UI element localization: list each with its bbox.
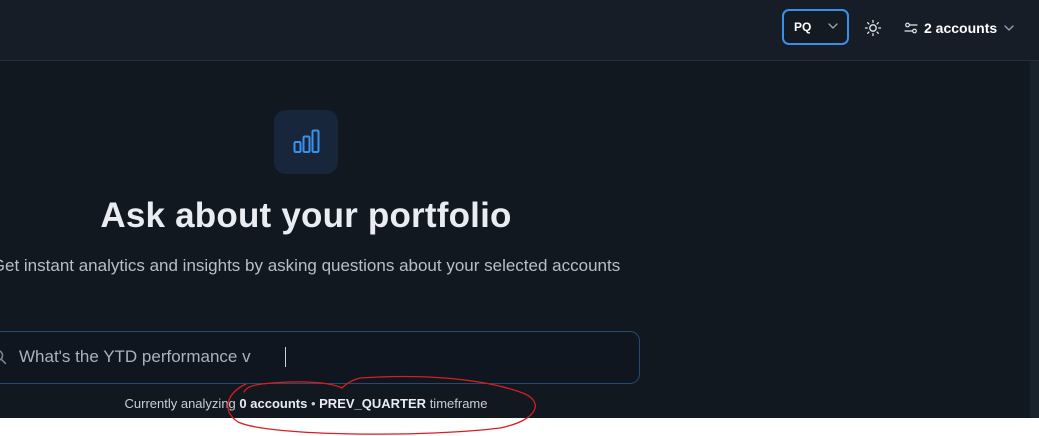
theme-toggle-button[interactable] — [862, 17, 884, 39]
hero-icon-tile — [274, 110, 338, 174]
status-timeframe: PREV_QUARTER — [319, 396, 427, 411]
accounts-selector-button[interactable]: 2 accounts — [903, 16, 1016, 40]
top-bar: PQ 2 accounts — [0, 0, 1039, 61]
accounts-selector-label: 2 accounts — [924, 20, 998, 36]
status-suffix: timeframe — [429, 396, 488, 411]
analysis-status: Currently analyzing 0 accounts • PREV_QU… — [0, 396, 612, 411]
scrollbar[interactable] — [1030, 61, 1039, 418]
question-search-box[interactable] — [0, 331, 640, 384]
question-input[interactable] — [19, 344, 579, 370]
page-title: Ask about your portfolio — [100, 196, 512, 235]
chevron-down-icon — [828, 23, 838, 29]
timeframe-select[interactable]: PQ — [782, 9, 849, 45]
sliders-icon — [904, 22, 918, 34]
status-separator: • — [310, 396, 316, 411]
sun-icon — [864, 19, 882, 37]
status-prefix: Currently analyzing — [124, 396, 236, 411]
timeframe-select-value: PQ — [794, 20, 812, 34]
text-caret — [285, 347, 286, 367]
search-icon — [0, 350, 7, 365]
chevron-down-icon — [1004, 25, 1014, 31]
status-accounts-count: 0 accounts — [239, 396, 308, 411]
page-subtitle: Get instant analytics and insights by as… — [0, 256, 621, 275]
app-window: PQ 2 accounts Ask about your portfolio G… — [0, 0, 1039, 418]
bar-chart-icon — [293, 129, 320, 153]
